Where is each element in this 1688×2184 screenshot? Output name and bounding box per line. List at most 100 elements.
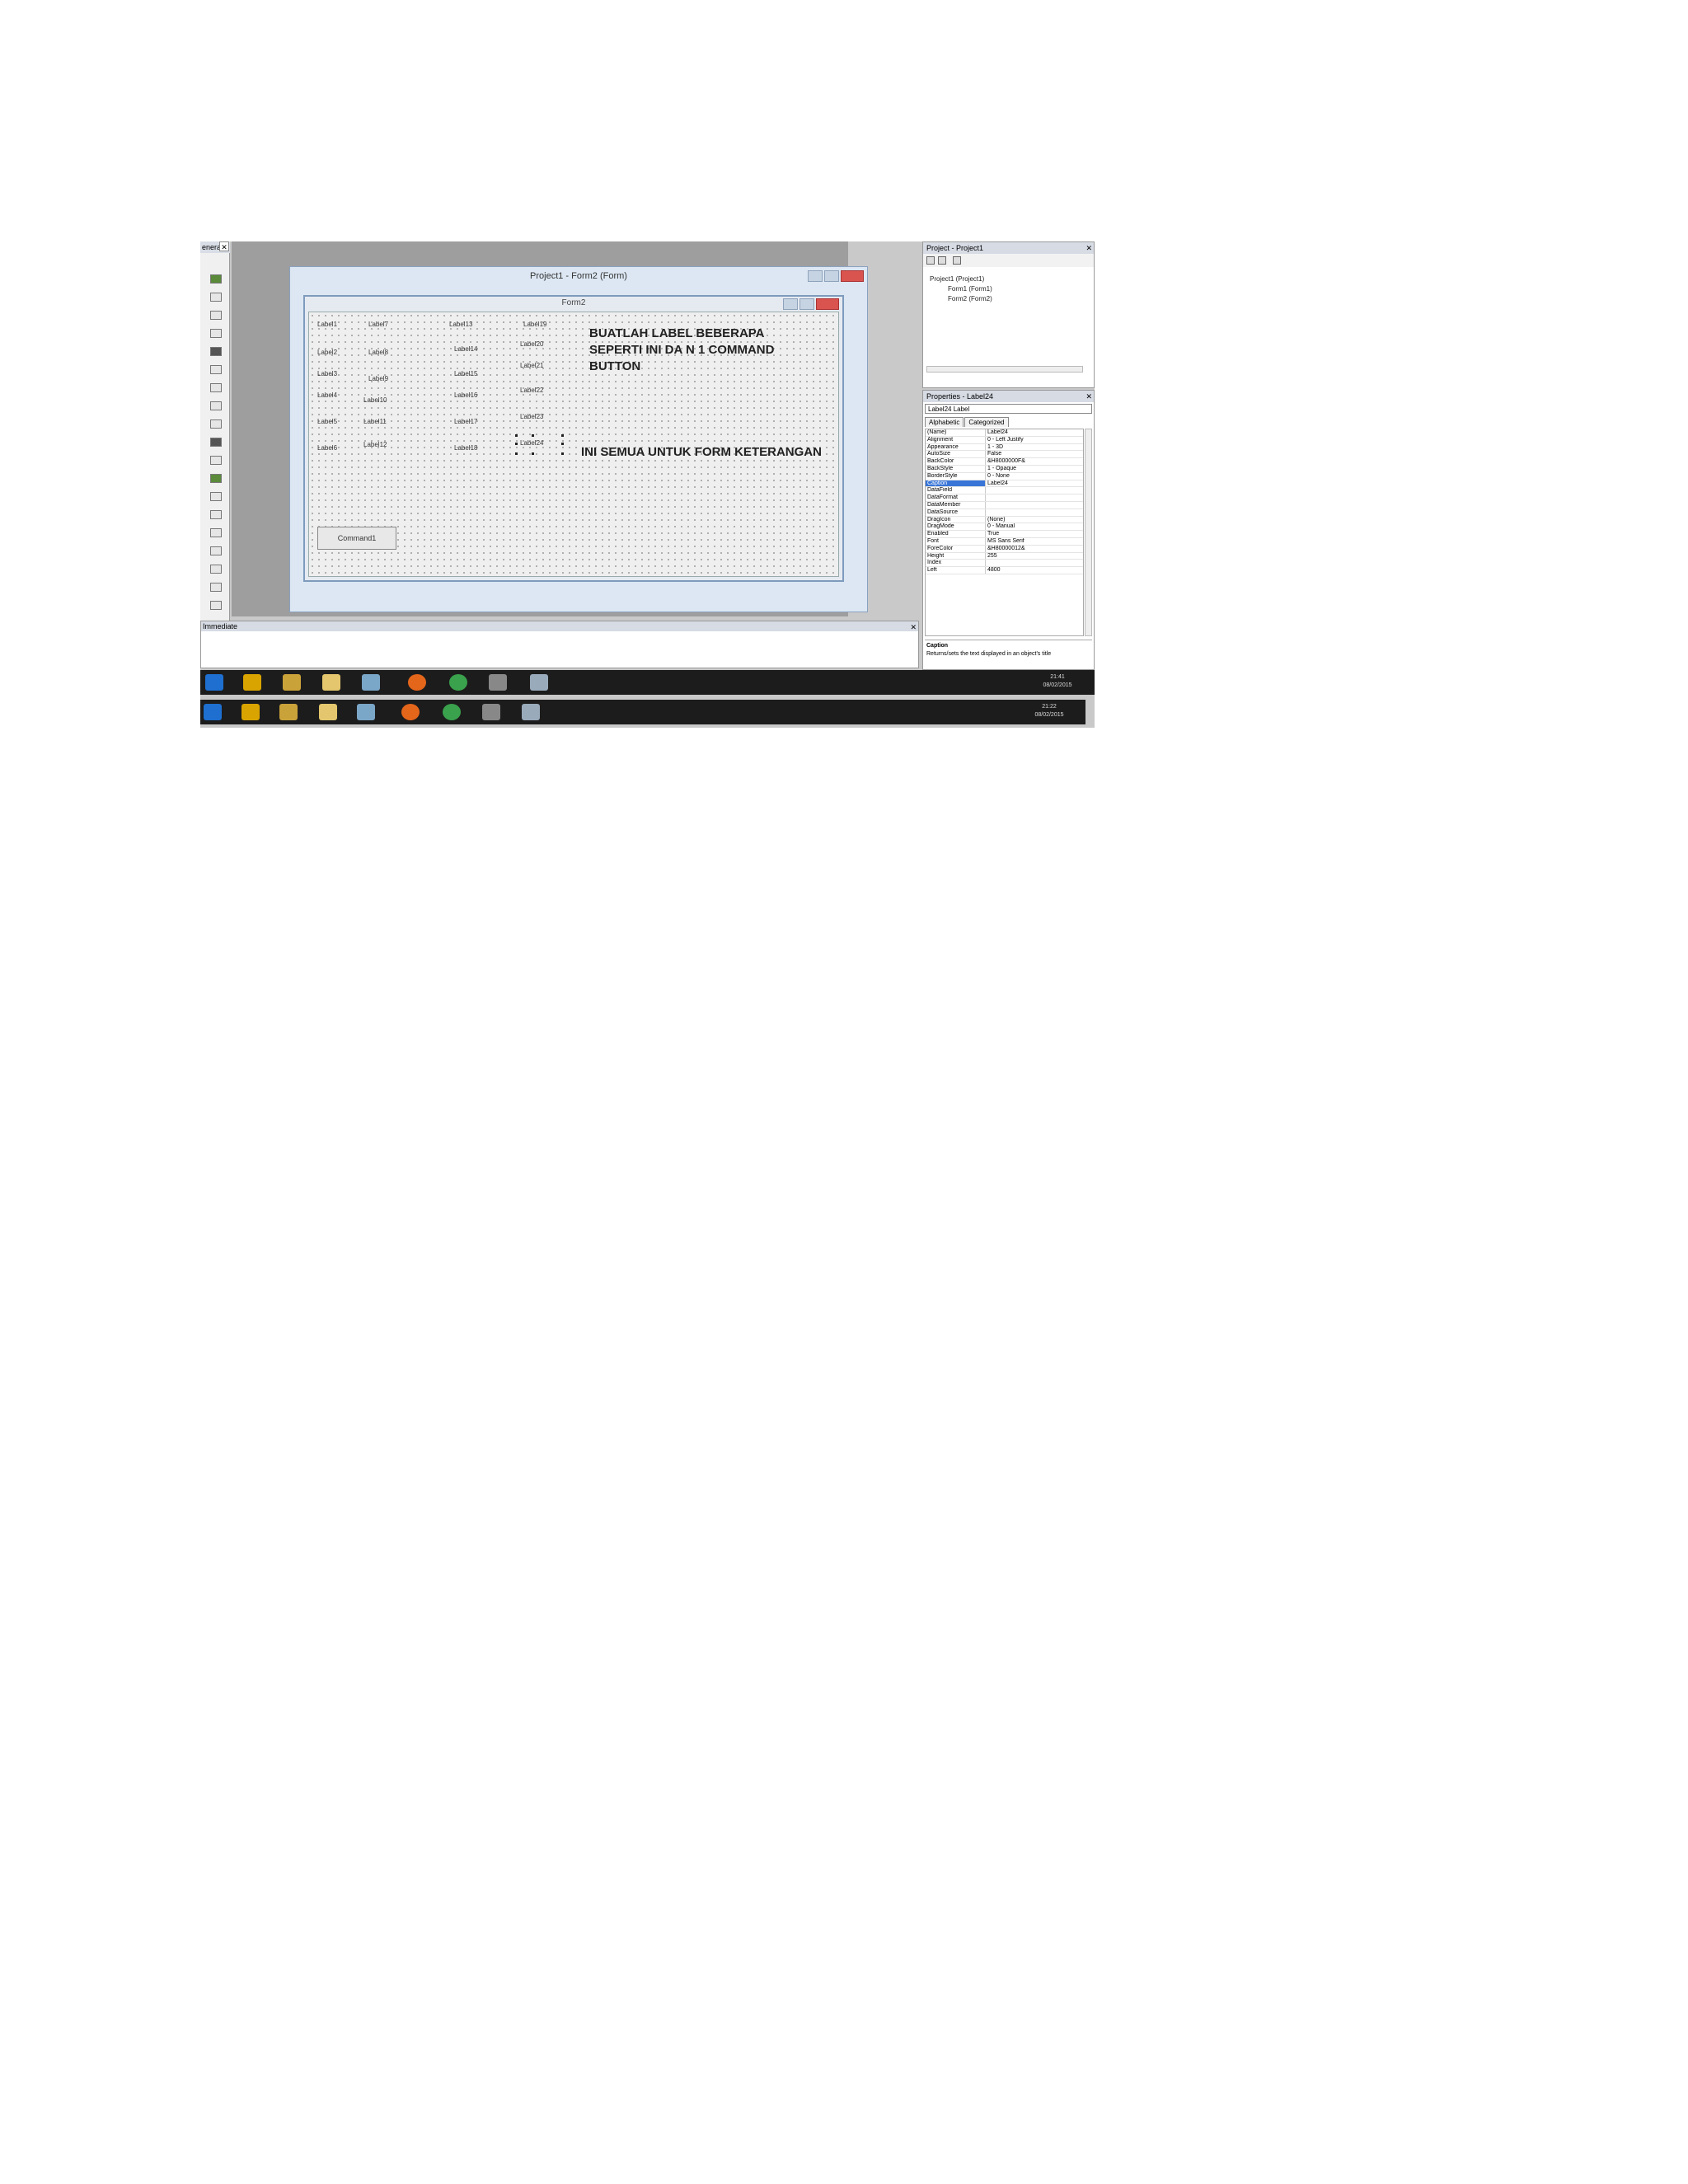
selection-handle[interactable] bbox=[515, 452, 518, 455]
project-explorer-close-icon[interactable]: ✕ bbox=[1085, 243, 1092, 253]
app-icon[interactable] bbox=[357, 704, 375, 720]
tree-item-project[interactable]: Project1 (Project1) bbox=[930, 275, 984, 283]
timer-tool-icon[interactable] bbox=[210, 456, 222, 465]
option-tool-icon[interactable] bbox=[210, 365, 222, 374]
property-row[interactable]: ForeColor &H80000012& bbox=[926, 545, 1083, 553]
folder-icon[interactable] bbox=[319, 704, 337, 720]
ie-icon[interactable] bbox=[205, 674, 223, 691]
form-label[interactable]: Label18 bbox=[454, 444, 477, 452]
paint-icon[interactable] bbox=[522, 704, 540, 720]
form-design-grid[interactable]: Label1 Label2 Label3 Label4 Label5 Label… bbox=[308, 312, 839, 577]
form-label[interactable]: Label6 bbox=[317, 444, 337, 452]
form-label[interactable]: Label21 bbox=[520, 362, 543, 369]
form-label[interactable]: Label11 bbox=[363, 418, 387, 425]
view-code-icon[interactable] bbox=[926, 256, 935, 265]
property-value[interactable]: 0 - None bbox=[986, 473, 1010, 480]
selection-handle[interactable] bbox=[561, 434, 564, 437]
property-value[interactable]: Label24 bbox=[986, 429, 1008, 436]
property-value[interactable]: Label24 bbox=[986, 480, 1008, 487]
form-label[interactable]: Label15 bbox=[454, 370, 477, 377]
drive-tool-icon[interactable] bbox=[210, 474, 222, 483]
property-value[interactable]: &H80000012& bbox=[986, 546, 1025, 552]
hscroll-tool-icon[interactable] bbox=[210, 419, 222, 429]
property-row[interactable]: (Name) Label24 bbox=[926, 429, 1083, 437]
form-label[interactable]: Label4 bbox=[317, 391, 337, 399]
vscroll-tool-icon[interactable] bbox=[210, 438, 222, 447]
property-row[interactable]: DataField bbox=[926, 487, 1083, 495]
property-value[interactable]: 0 - Left Justify bbox=[986, 437, 1024, 443]
immediate-close-icon[interactable]: ✕ bbox=[910, 622, 917, 632]
form-label[interactable]: Label16 bbox=[454, 391, 477, 399]
tab-categorized[interactable]: Categorized bbox=[964, 417, 1009, 427]
form2-window[interactable]: Form2 Label1 Label2 Label3 Label4 Label5… bbox=[303, 295, 844, 582]
property-row[interactable]: DataMember bbox=[926, 501, 1083, 509]
form-close-icon[interactable] bbox=[816, 298, 839, 310]
form-label[interactable]: Label14 bbox=[454, 345, 477, 353]
form-label[interactable]: Label20 bbox=[520, 340, 543, 348]
form-label[interactable]: Label17 bbox=[454, 418, 477, 425]
form-label[interactable]: Label2 bbox=[317, 349, 337, 356]
line-tool-icon[interactable] bbox=[210, 546, 222, 555]
property-row[interactable]: BackStyle 1 - Opaque bbox=[926, 465, 1083, 473]
firefox-icon[interactable] bbox=[408, 674, 426, 691]
chrome-icon[interactable] bbox=[443, 704, 461, 720]
form-label[interactable]: Label22 bbox=[520, 387, 543, 394]
system-clock[interactable]: 21:41 08/02/2015 bbox=[1025, 673, 1090, 690]
selection-handle[interactable] bbox=[532, 452, 534, 455]
form-label[interactable]: Label1 bbox=[317, 321, 337, 328]
property-row[interactable]: Font MS Sans Serif bbox=[926, 537, 1083, 546]
file-tool-icon[interactable] bbox=[210, 510, 222, 519]
property-value[interactable]: (None) bbox=[986, 517, 1005, 523]
form-label[interactable]: Label23 bbox=[520, 413, 543, 420]
property-row[interactable]: Enabled True bbox=[926, 531, 1083, 538]
property-value[interactable]: 1 - 3D bbox=[986, 444, 1003, 451]
property-value[interactable]: 255 bbox=[986, 553, 997, 560]
property-row[interactable]: BackColor &H8000000F& bbox=[926, 458, 1083, 466]
property-row[interactable]: Caption Label24 bbox=[926, 480, 1083, 488]
property-row[interactable]: DataSource bbox=[926, 509, 1083, 517]
property-row[interactable]: Height 255 bbox=[926, 552, 1083, 560]
form-label[interactable]: Label7 bbox=[368, 321, 388, 328]
command1-button[interactable]: Command1 bbox=[317, 527, 396, 550]
property-row[interactable]: BorderStyle 0 - None bbox=[926, 472, 1083, 480]
folder-icon[interactable] bbox=[322, 674, 340, 691]
form-label[interactable]: Label13 bbox=[449, 321, 472, 328]
toggle-folders-icon[interactable] bbox=[953, 256, 961, 265]
ie-icon[interactable] bbox=[204, 704, 222, 720]
immediate-window[interactable]: Immediate ✕ bbox=[200, 621, 919, 668]
property-row[interactable]: Alignment 0 - Left Justify bbox=[926, 436, 1083, 444]
project-form-window[interactable]: Project1 - Form2 (Form) Form2 Label1 Lab… bbox=[289, 266, 868, 612]
media-icon[interactable] bbox=[243, 674, 261, 691]
shape-tool-icon[interactable] bbox=[210, 528, 222, 537]
property-row[interactable]: DragMode 0 - Manual bbox=[926, 523, 1083, 532]
property-value[interactable]: 4800 bbox=[986, 567, 1001, 574]
form-label[interactable]: Label3 bbox=[317, 370, 337, 377]
property-row[interactable]: Left 4800 bbox=[926, 567, 1083, 574]
textbox-tool-icon[interactable] bbox=[210, 293, 222, 302]
app-icon[interactable] bbox=[362, 674, 380, 691]
tools-icon[interactable] bbox=[279, 704, 298, 720]
picture-tool-icon[interactable] bbox=[210, 274, 222, 284]
list-tool-icon[interactable] bbox=[210, 401, 222, 410]
combo-tool-icon[interactable] bbox=[210, 383, 222, 392]
image-tool-icon[interactable] bbox=[210, 565, 222, 574]
close-icon[interactable] bbox=[841, 270, 864, 282]
property-row[interactable]: DragIcon (None) bbox=[926, 516, 1083, 524]
tree-item-form2[interactable]: Form2 (Form2) bbox=[948, 295, 992, 302]
tools-icon[interactable] bbox=[283, 674, 301, 691]
form-maximize-icon[interactable] bbox=[799, 298, 814, 310]
tree-item-form1[interactable]: Form1 (Form1) bbox=[948, 285, 992, 293]
tab-alphabetic[interactable]: Alphabetic bbox=[925, 417, 964, 427]
vb-icon[interactable] bbox=[489, 674, 507, 691]
form-label-selected[interactable]: Label24 bbox=[520, 439, 543, 447]
property-row[interactable]: AutoSize False bbox=[926, 451, 1083, 459]
ole-tool-icon[interactable] bbox=[210, 601, 222, 610]
form-label[interactable]: Label9 bbox=[368, 375, 388, 382]
toolbox-close-icon[interactable]: ✕ bbox=[219, 241, 229, 251]
property-value[interactable]: 1 - Opaque bbox=[986, 466, 1016, 472]
property-row[interactable]: Appearance 1 - 3D bbox=[926, 443, 1083, 452]
chrome-icon[interactable] bbox=[449, 674, 467, 691]
form-label[interactable]: Label5 bbox=[317, 418, 337, 425]
property-value[interactable]: True bbox=[986, 531, 999, 537]
form-label[interactable]: Label19 bbox=[523, 321, 546, 328]
